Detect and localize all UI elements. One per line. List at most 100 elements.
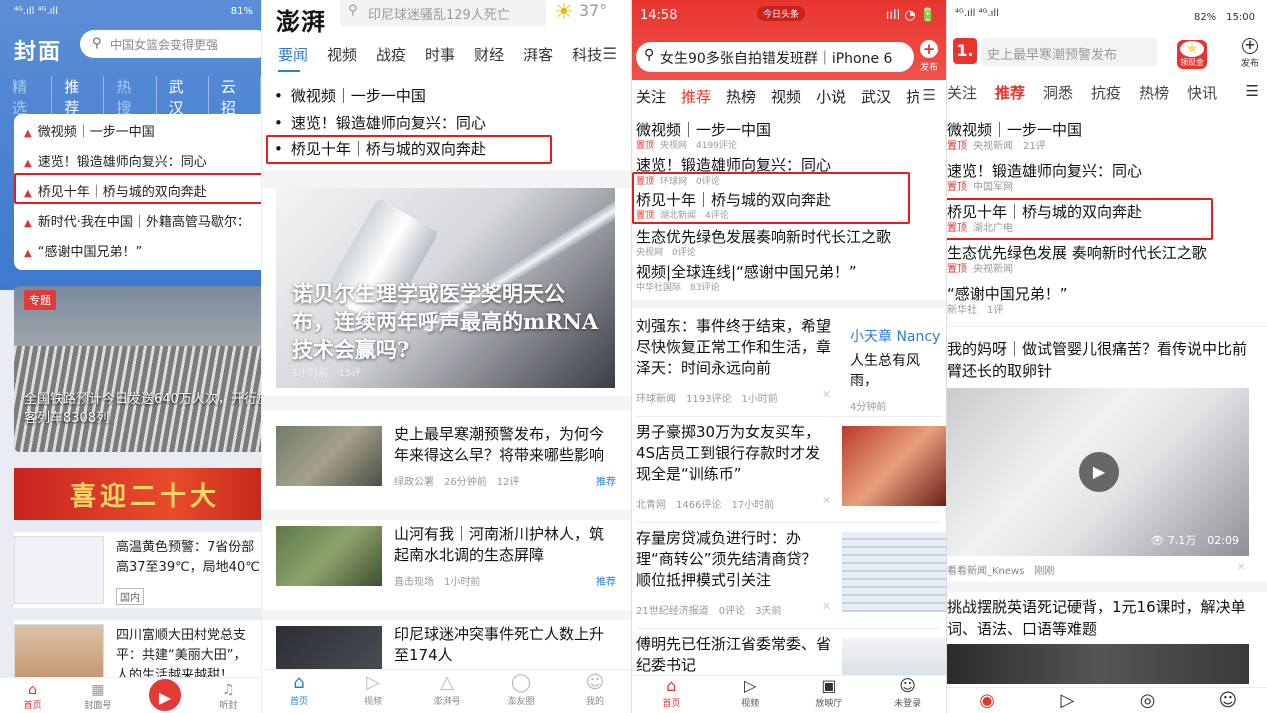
nav-pengyouquan[interactable]: ◯ 澎友圈 (496, 672, 546, 713)
dismiss-icon[interactable]: ✕ (822, 494, 831, 507)
list-item[interactable]: 桥见十年｜桥与城的双向奔赴 (274, 138, 486, 165)
phone-toutiao: 14:58 ııll ◔ 🔋 今日头条 ⚲ 女生90多张自拍错发班群｜iPhon… (631, 0, 946, 713)
nav-home[interactable]: ⌂ 首页 (646, 676, 696, 713)
user-icon[interactable]: ☺ (1203, 688, 1253, 713)
dismiss-icon[interactable]: ✕ (822, 388, 831, 401)
search-placeholder: 中国女篮会变得更强 (110, 38, 219, 52)
phone-fengmian: ⁴ᴳ.ıll ⁴ᴳ.ıll 81% 封面 ⚲ 中国女篮会变得更强 精选 推荐 热… (0, 0, 261, 713)
list-item[interactable]: 速览！锻造雄师向复兴：同心 置顶 中国军网 (947, 161, 1257, 194)
hero-card[interactable]: 诺贝尔生理学或医学奖明天公布，连续两年呼声最高的mRNA技术会赢吗? 1小时前 … (276, 188, 615, 388)
list-item[interactable]: ▲ 桥见十年｜桥与城的双向奔赴 (14, 174, 261, 204)
tab-follow[interactable]: 关注 (636, 86, 666, 107)
publish-button[interactable]: + 发布 (1241, 38, 1259, 69)
tab-video[interactable]: 视频 (771, 86, 801, 107)
search-input[interactable]: ⚲ 女生90多张自拍错发班群｜iPhone 6 (636, 42, 914, 72)
list-item[interactable]: ▲ 速览！锻造雄师向复兴：同心 (14, 144, 261, 174)
feature-caption: 全国铁路预计今日发送640万人次，开行旅客列车8308列 (24, 392, 261, 426)
tab-novel[interactable]: 小说 (816, 86, 846, 107)
active-tab-indicator (278, 70, 300, 72)
nav-cinema[interactable]: ▣ 放映厅 (804, 676, 854, 713)
tab-yaowen[interactable]: 要闻 (278, 44, 308, 65)
list-item[interactable]: 生态优先绿色发展 奏响新时代长江之歌 置顶 央视新闻 (947, 243, 1257, 276)
list-item[interactable]: 桥见十年｜桥与城的双向奔赴 置顶 湖北广电 (947, 202, 1257, 235)
video-player[interactable]: ▶ 👁 7.1万 02:09 (947, 388, 1249, 556)
tab-recommend[interactable]: 推荐 (681, 86, 711, 107)
publish-button[interactable]: + 发布 (919, 40, 938, 73)
list-item[interactable]: 桥见十年｜桥与城的双向奔赴 置顶 湖北新闻 4评论 (636, 190, 936, 222)
tab-wuhan[interactable]: 武汉 (157, 76, 209, 118)
search-input[interactable]: ⚲ 印尼球迷骚乱129人死亡 (340, 0, 546, 26)
list-item[interactable]: 生态优先绿色发展奏响新时代长江之歌 央视网 0评论 (636, 227, 936, 259)
list-item[interactable]: ▲ 微视频｜一步一中国 (14, 114, 261, 144)
list-item[interactable]: 视频|全球连线|“感谢中国兄弟！” 中华社国际 83评论 (636, 262, 936, 294)
news-item[interactable]: 山河有我｜河南淅川护林人，筑起南水北调的生态屏障 直击现场 1小时前 推荐 (276, 525, 616, 608)
nav-home[interactable]: ⌂ 首页 (274, 672, 324, 713)
news-title: 印尼球迷冲突事件死亡人数上升至174人 (394, 625, 605, 664)
tab-video[interactable]: 视频 (327, 44, 357, 65)
list-item[interactable]: 速览！锻造雄师向复兴：同心 (636, 155, 936, 175)
video-title[interactable]: 我的妈呀｜做试管婴儿很痛苦？看传说中比前臂还长的取卵针 (947, 338, 1253, 382)
nav-tingfeng[interactable]: ♫ 听封 (203, 682, 253, 711)
tab-paike[interactable]: 湃客 (523, 44, 553, 65)
tab-wuhan[interactable]: 武汉 (861, 86, 891, 107)
search-input[interactable]: ⚲ 中国女篮会变得更强 (80, 30, 261, 58)
play-icon[interactable]: ▶ (1079, 452, 1119, 492)
menu-icon[interactable]: ☰ (603, 44, 617, 63)
tab-yunzhao[interactable]: 云招 (209, 76, 261, 118)
pin-icon: ▲ (24, 128, 32, 139)
nav-video[interactable]: ▷ 视频 (348, 672, 398, 713)
tab-recommend[interactable]: 推荐 (995, 82, 1025, 103)
tab-hot[interactable]: 热榜 (1139, 82, 1169, 103)
tab-jingxuan[interactable]: 精选 (12, 76, 53, 118)
ad-title[interactable]: 挑战摆脱英语死记硬背，1元16课时，解决单词、语法、口语等难题 (947, 596, 1257, 640)
video-center-button[interactable]: ▶ (146, 676, 184, 713)
list-item[interactable]: 速览！锻造雄师向复兴：同心 (274, 112, 486, 139)
nav-video[interactable]: ▷ 视频 (725, 676, 775, 713)
news-item[interactable]: 高温黄色预警：7省份部 高37至39℃，局地40℃ 国内 (14, 532, 261, 608)
menu-icon[interactable]: ☰ (918, 86, 936, 104)
tab-tuijian[interactable]: 推荐 (52, 76, 105, 118)
list-item[interactable]: “感谢中国兄弟！” 新华社 1评 (947, 284, 1257, 317)
tab-resou[interactable]: 热搜 (104, 76, 157, 118)
list-item[interactable]: ▲ 新时代·我在中国｜外籍高管马歇尔： (14, 204, 261, 234)
tab-dongxi[interactable]: 洞悉 (1043, 82, 1073, 103)
tab-shishi[interactable]: 时事 (425, 44, 455, 65)
tab-hot[interactable]: 热榜 (726, 86, 756, 107)
news-item[interactable]: 史上最早寒潮预警发布，为何今年来得这么早？将带来哪些影响 绿政公署 26分钟前 … (276, 425, 616, 508)
search-icon: ⚲ (92, 36, 102, 51)
news-item[interactable]: 存量房贷减负进行时：办理“商转公”须先结清商贷？顺位抵押模式引关注 21世纪经济… (636, 524, 946, 629)
video-icon[interactable]: ◎ (1123, 688, 1173, 713)
cash-reward-button[interactable]: ★ 领现金 (1177, 40, 1207, 69)
tab-flash[interactable]: 快讯 (1187, 82, 1217, 103)
dismiss-icon[interactable]: ✕ (822, 600, 831, 613)
search-input[interactable]: 史上最早寒潮预警发布 (981, 38, 1157, 66)
list-item[interactable]: 微视频｜一步一中国 置顶 央视网 4199评论 (636, 120, 936, 152)
list-item[interactable]: 微视频｜一步一中国 (274, 85, 486, 112)
list-item[interactable]: ▲ “感谢中国兄弟！” (14, 234, 261, 264)
play-icon[interactable]: ▷ (1042, 688, 1092, 713)
home-icon[interactable]: ◉ (962, 688, 1012, 713)
feature-card[interactable]: 专题 全国铁路预计今日发送640万人次，开行旅客列车8308列 (14, 286, 261, 452)
divider (632, 300, 946, 308)
author-card[interactable]: 小天章 Nancy 人生总有风雨， 4分钟前 (842, 320, 946, 413)
app-logo: 封面 (14, 39, 63, 65)
nav-home[interactable]: ⌂ 首页 (8, 682, 58, 711)
tab-zhanyi[interactable]: 战疫 (376, 44, 406, 65)
nav-fengmianhao[interactable]: ▦ 封面号 (73, 682, 123, 711)
menu-icon[interactable]: ☰ (1241, 82, 1259, 100)
nav-pengpaihao[interactable]: △ 澎湃号 (422, 672, 472, 713)
weather-widget[interactable]: ☀ 37° (554, 0, 607, 25)
nav-login[interactable]: ☺ 未登录 (883, 676, 933, 713)
nav-mine[interactable]: ☺ 我的 (570, 672, 620, 713)
ad-thumbnail[interactable] (947, 644, 1249, 684)
dismiss-icon[interactable]: ✕ (1237, 562, 1245, 573)
news-item[interactable]: 刘强东：事件终于结束，希望尽快恢复正常工作和生活，章泽天：时间永远向前 环球新闻… (636, 312, 946, 417)
tab-kangyi[interactable]: 抗疫 (1091, 82, 1121, 103)
tab-keji[interactable]: 科技 (572, 44, 602, 65)
news-item[interactable]: 男子豪掷30万为女友买车，4S店员工到银行存款时才发现全是“训练币” 北青网 1… (636, 418, 946, 523)
tab-caijing[interactable]: 财经 (474, 44, 504, 65)
tab-follow[interactable]: 关注 (947, 82, 977, 103)
promo-banner[interactable]: 喜迎二十大 (14, 468, 261, 520)
audio-icon: ♫ (222, 682, 235, 698)
list-item[interactable]: 微视频｜一步一中国 置顶 央视新闻 21评 (947, 120, 1257, 153)
